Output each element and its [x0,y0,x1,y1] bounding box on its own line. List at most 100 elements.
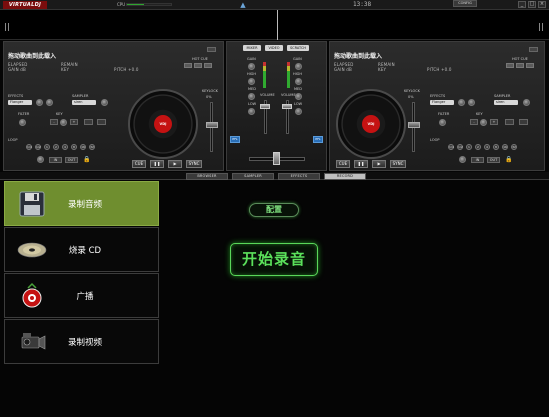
key-down-button[interactable]: - [50,119,58,125]
play-button[interactable]: ▶ [372,160,386,168]
cue-button[interactable]: CUE [336,160,350,168]
volume-left-fader[interactable] [260,104,270,109]
sampler-volume-knob[interactable] [101,99,108,106]
pfl-left-button[interactable]: PFL [230,136,240,143]
filter-knob[interactable] [439,119,446,126]
hot-cue-3-button[interactable] [204,63,212,68]
key-knob[interactable] [60,119,67,126]
gain-left-knob[interactable] [248,63,255,70]
loop-button[interactable]: 16 [502,144,508,150]
loop-button[interactable]: 1 [466,144,472,150]
loop-out-button[interactable]: OUT [65,157,78,163]
tab-scratch[interactable]: SCRATCH [287,45,309,51]
hot-cue-3-button[interactable] [526,63,534,68]
sampler-volume-knob[interactable] [523,99,530,106]
deck-right-key: KEY [378,67,387,72]
play-button[interactable]: ▶ [168,160,182,168]
burn-cd-label: 烧录 CD [68,245,102,256]
loop-button[interactable]: 8 [71,144,77,150]
hot-cue-1-button[interactable] [184,63,192,68]
effect-select[interactable]: Flanger [430,100,454,105]
loop-button[interactable]: 1/2 [35,144,41,150]
med-left-knob[interactable] [248,93,255,100]
tab-mixer[interactable]: MIXER [243,45,261,51]
high-left-knob[interactable] [248,78,255,85]
volume-right-fader[interactable] [282,104,292,109]
start-recording-button[interactable]: 开始录音 [230,243,318,276]
sampler-select[interactable]: siren [494,100,518,105]
loop-button[interactable]: 4 [62,144,68,150]
effect-param2-knob[interactable] [468,99,475,106]
med-right-knob[interactable] [295,93,302,100]
loop-button[interactable]: 4 [484,144,490,150]
loop-button[interactable]: 32 [89,144,95,150]
lock-icon[interactable]: 🔒 [83,156,90,163]
pause-button[interactable]: ❚❚ [354,160,368,168]
hot-cue-1-button[interactable] [506,63,514,68]
loop-shift-knob[interactable] [37,156,44,163]
burn-cd-item[interactable]: 烧录 CD [4,227,159,272]
tab-effects[interactable]: EFFECTS [278,173,320,180]
key-up-button[interactable]: + [490,119,498,125]
effect-param1-knob[interactable] [36,99,43,106]
loop-out-button[interactable]: OUT [487,157,500,163]
loop-button[interactable]: 2 [475,144,481,150]
close-button[interactable]: × [538,1,546,8]
cue-button[interactable]: CUE [132,160,146,168]
record-video-item[interactable]: 录制视频 [4,319,159,364]
sampler-play-button[interactable] [519,119,528,125]
sampler-select[interactable]: siren [72,100,96,105]
loop-in-button[interactable]: IN [471,157,484,163]
minimize-button[interactable]: _ [518,1,526,8]
loop-button[interactable]: 16 [80,144,86,150]
tab-browser[interactable]: BROWSER [186,173,228,180]
pause-button[interactable]: ❚❚ [150,160,164,168]
effect-param2-knob[interactable] [46,99,53,106]
hot-cue-2-button[interactable] [194,63,202,68]
loop-button[interactable]: 1/4 [448,144,454,150]
loop-in-button[interactable]: IN [49,157,62,163]
low-left-knob[interactable] [248,108,255,115]
hot-cue-2-button[interactable] [516,63,524,68]
loop-button[interactable]: 1/2 [457,144,463,150]
effect-on-button[interactable] [505,119,514,125]
low-right-knob[interactable] [295,108,302,115]
gain-right-knob[interactable] [295,63,302,70]
deck-right-load-icon[interactable] [529,47,538,52]
waveform-zoom-left-icon[interactable] [5,23,9,31]
high-right-knob[interactable] [295,78,302,85]
loop-button[interactable]: 32 [511,144,517,150]
lock-icon[interactable]: 🔒 [505,156,512,163]
sync-button[interactable]: SYNC [390,160,406,168]
broadcast-item[interactable]: 广播 [4,273,159,318]
pitch-slider-handle[interactable] [408,122,420,128]
key-down-button[interactable]: - [470,119,478,125]
filter-knob[interactable] [19,119,26,126]
pitch-slider-handle[interactable] [206,122,218,128]
tab-record[interactable]: RECORD [324,173,366,180]
up-arrow-icon[interactable]: ▲ [238,1,248,9]
record-audio-item[interactable]: 录制音频 [4,181,159,226]
record-config-button[interactable]: 配置 [249,203,299,217]
key-knob[interactable] [480,119,487,126]
effect-on-button[interactable] [84,119,93,125]
loop-shift-knob[interactable] [459,156,466,163]
loop-button[interactable]: 2 [53,144,59,150]
config-button[interactable]: CONFIG [453,0,477,7]
maximize-button[interactable]: □ [528,1,536,8]
waveform-display[interactable] [0,10,549,40]
tab-sampler[interactable]: SAMPLER [232,173,274,180]
effect-select[interactable]: Flanger [8,100,32,105]
pfl-right-button[interactable]: PFL [313,136,323,143]
deck-left-load-icon[interactable] [207,47,216,52]
loop-button[interactable]: 8 [493,144,499,150]
key-up-button[interactable]: + [70,119,78,125]
tab-video[interactable]: VIDEO [265,45,283,51]
loop-button[interactable]: 1/4 [26,144,32,150]
sampler-play-button[interactable] [97,119,106,125]
effect-param1-knob[interactable] [458,99,465,106]
crossfader-handle[interactable] [273,152,280,165]
sync-button[interactable]: SYNC [186,160,202,168]
loop-button[interactable]: 1 [44,144,50,150]
waveform-zoom-right-icon[interactable] [539,23,543,31]
